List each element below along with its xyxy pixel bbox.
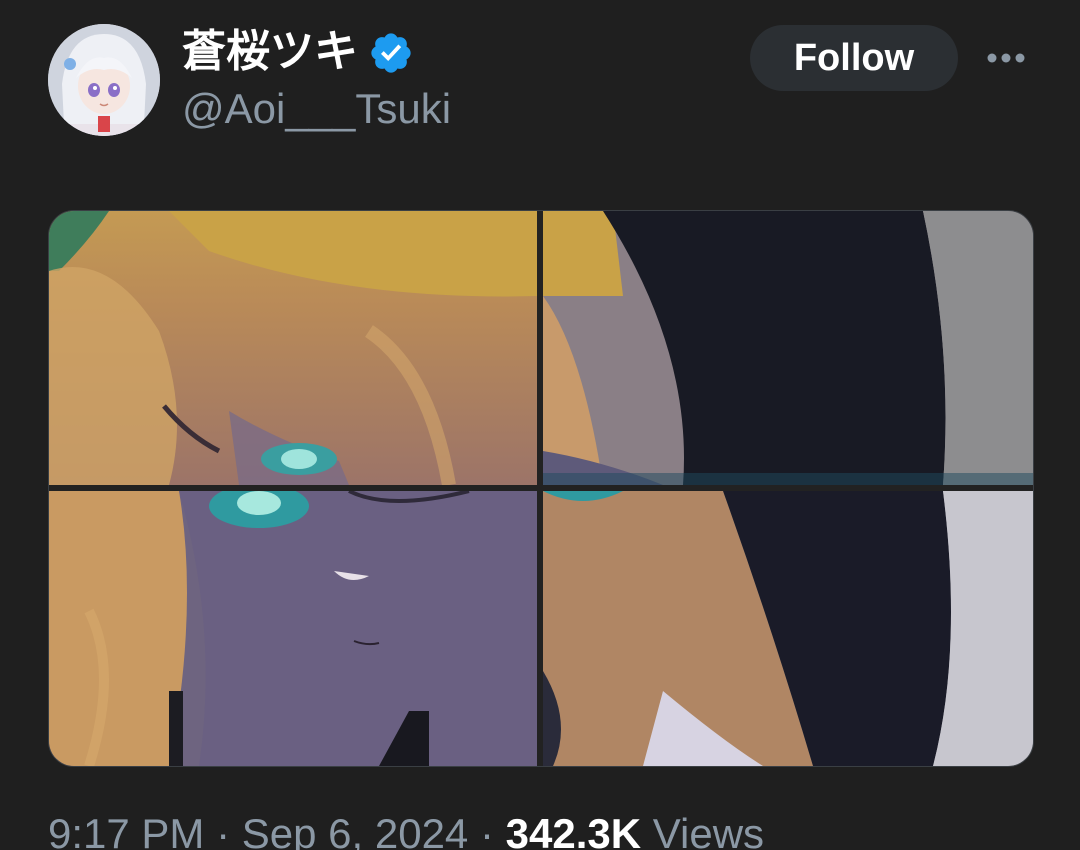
tweet-date[interactable]: Sep 6, 2024 [242, 810, 469, 850]
more-options-button[interactable] [980, 36, 1032, 80]
meta-separator: · [216, 810, 231, 850]
media-image-2[interactable] [543, 211, 1033, 485]
verified-badge-icon [371, 33, 411, 73]
views-label: Views [652, 810, 765, 850]
tweet-meta: 9:17 PM · Sep 6, 2024 · 342.3K Views [48, 808, 764, 850]
author-avatar[interactable] [48, 24, 160, 136]
media-grid [48, 210, 1034, 767]
media-image-1[interactable] [49, 211, 537, 485]
author-handle[interactable]: @Aoi___Tsuki [182, 84, 451, 134]
avatar-image [48, 24, 160, 136]
media-image-4[interactable] [543, 491, 1033, 766]
more-horizontal-icon [987, 53, 1025, 63]
tweet-view: 蒼桜ツキ @Aoi___Tsuki Follow 9:17 PM · Sep 6… [0, 0, 1080, 850]
views-count[interactable]: 342.3K [506, 810, 641, 850]
author-display-name[interactable]: 蒼桜ツキ [182, 26, 358, 78]
follow-button[interactable]: Follow [750, 25, 958, 91]
tweet-time[interactable]: 9:17 PM [48, 810, 204, 850]
meta-separator: · [479, 810, 494, 850]
media-image-3[interactable] [49, 491, 537, 766]
